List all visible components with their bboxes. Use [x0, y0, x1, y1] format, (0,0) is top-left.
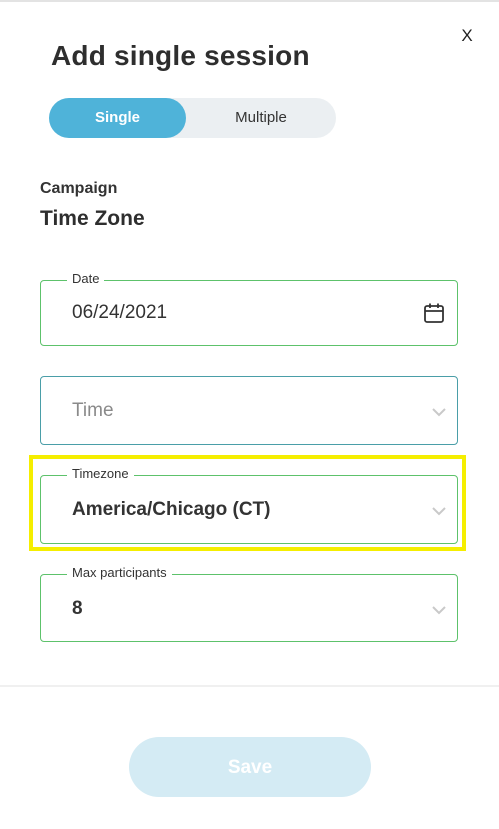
- max-participants-value: 8: [72, 598, 83, 619]
- time-placeholder: Time: [72, 400, 114, 421]
- campaign-label: Campaign: [40, 180, 118, 197]
- toggle-single[interactable]: Single: [49, 98, 186, 138]
- toggle-multiple[interactable]: Multiple: [186, 98, 336, 138]
- highlight-box: [29, 455, 466, 551]
- top-divider: [0, 0, 499, 2]
- mode-toggle: Single Multiple: [49, 98, 336, 138]
- date-value: 06/24/2021: [72, 302, 168, 323]
- footer-divider: [0, 685, 499, 687]
- dialog-title: Add single session: [51, 40, 310, 71]
- max-participants-legend: Max participants: [67, 565, 172, 580]
- max-participants-select[interactable]: Max participants 8: [40, 565, 458, 642]
- time-select[interactable]: Time: [40, 376, 458, 445]
- save-button[interactable]: Save: [129, 737, 371, 797]
- chevron-down-icon: [432, 408, 446, 417]
- campaign-value: Time Zone: [40, 207, 145, 230]
- chevron-down-icon: [432, 606, 446, 615]
- date-legend: Date: [67, 271, 105, 286]
- calendar-icon[interactable]: [423, 302, 445, 324]
- date-field[interactable]: Date 06/24/2021: [40, 271, 458, 346]
- close-button[interactable]: X: [458, 26, 476, 46]
